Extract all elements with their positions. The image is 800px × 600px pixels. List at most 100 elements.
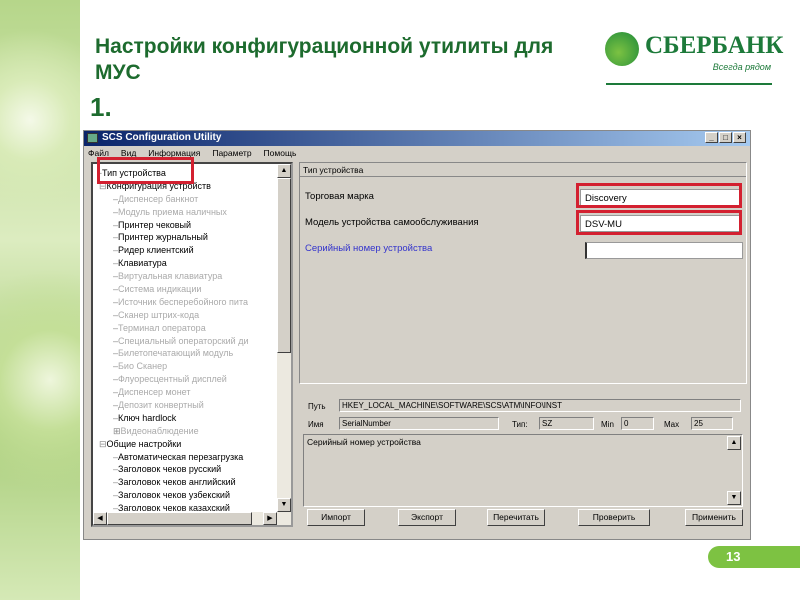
- tree-item-label: Заголовок чеков узбекский: [118, 490, 230, 501]
- import-button[interactable]: Импорт: [307, 509, 365, 526]
- tree-item[interactable]: –Диспенсер банкнот: [93, 193, 291, 206]
- sberbank-logo: СБЕРБАНК Всегда рядом: [605, 30, 783, 80]
- tree-item[interactable]: –Клавиатура: [93, 257, 291, 270]
- scroll-down-button[interactable]: ▼: [277, 498, 291, 512]
- close-button[interactable]: ×: [733, 132, 746, 143]
- export-button[interactable]: Экспорт: [398, 509, 456, 526]
- desc-scroll-up[interactable]: ▲: [727, 436, 741, 450]
- maximize-button[interactable]: □: [719, 132, 732, 143]
- tree-item[interactable]: –Заголовок чеков английский: [93, 476, 291, 489]
- highlight-device-type: [97, 157, 194, 184]
- minimize-button[interactable]: _: [705, 132, 718, 143]
- desc-scroll-down[interactable]: ▼: [727, 491, 741, 505]
- reread-button[interactable]: Перечитать: [487, 509, 545, 526]
- tree-item-label: Принтер чековый: [118, 219, 192, 230]
- collapse-icon[interactable]: ⊟: [99, 439, 107, 449]
- tree-item-label: Сканер штрих-кода: [118, 309, 200, 320]
- serial-input[interactable]: [585, 242, 743, 259]
- tree-item[interactable]: ⊟Общие настройки: [93, 438, 291, 451]
- serial-label: Серийный номер устройства: [305, 243, 433, 254]
- type-label: Тип:: [512, 420, 528, 429]
- description-box: Серийный номер устройства ▲ ▼: [303, 434, 743, 507]
- tree-item[interactable]: –Принтер чековый: [93, 219, 291, 232]
- scroll-thumb[interactable]: [277, 178, 291, 353]
- logo-name: СБЕРБАНК: [645, 32, 784, 59]
- min-field: 0: [621, 417, 654, 430]
- model-label: Модель устройства самообслуживания: [305, 217, 479, 228]
- path-label: Путь: [308, 402, 326, 411]
- tree-item-label: Автоматическая перезагрузка: [118, 451, 244, 462]
- tree-item[interactable]: –Диспенсер монет: [93, 386, 291, 399]
- section-header: Тип устройства: [300, 163, 746, 177]
- slide-title: Настройки конфигурационной утилиты для М…: [95, 35, 554, 84]
- tree-item-label: Билетопечатающий модуль: [118, 348, 234, 359]
- max-field: 25: [691, 417, 733, 430]
- tree-item[interactable]: –Сканер штрих-кода: [93, 309, 291, 322]
- menu-parameter[interactable]: Параметр: [212, 148, 251, 160]
- scroll-left-button[interactable]: ◀: [93, 512, 107, 525]
- window-title: SCS Configuration Utility: [102, 132, 222, 143]
- tree-item[interactable]: –Депозит конвертный: [93, 399, 291, 412]
- header-divider: [606, 83, 772, 85]
- tree-item[interactable]: –Специальный операторский ди: [93, 335, 291, 348]
- tree-item-label: Система индикации: [118, 284, 202, 295]
- apply-button[interactable]: Применить: [685, 509, 743, 526]
- tree-item-label: Депозит конвертный: [118, 400, 204, 411]
- tree-item-label: Терминал оператора: [118, 322, 206, 333]
- window-titlebar[interactable]: SCS Configuration Utility _ □ ×: [84, 131, 750, 146]
- expand-icon[interactable]: ⊞: [113, 426, 121, 436]
- tree-item-label: Модуль приема наличных: [118, 206, 227, 217]
- config-tree: -Тип устройства ⊟Конфигурация устройств –Д…: [91, 162, 293, 527]
- tree-item[interactable]: –Терминал оператора: [93, 322, 291, 335]
- tree-horizontal-scrollbar[interactable]: ◀ ▶: [93, 512, 291, 525]
- details-panel: Путь HKEY_LOCAL_MACHINE\SOFTWARE\SCS\ATM…: [299, 391, 747, 531]
- logo-tagline: Всегда рядом: [712, 62, 771, 72]
- tree-item[interactable]: –Модуль приема наличных: [93, 206, 291, 219]
- tree-item[interactable]: –Заголовок чеков узбекский: [93, 489, 291, 502]
- page-number: 13: [708, 546, 800, 568]
- path-field: HKEY_LOCAL_MACHINE\SOFTWARE\SCS\ATM\INFO…: [339, 399, 741, 412]
- highlight-model: [576, 210, 742, 235]
- tree-item[interactable]: –Источник бесперебойного пита: [93, 296, 291, 309]
- tree-item-label: Виртуальная клавиатура: [118, 271, 223, 282]
- tree-item-label: Диспенсер банкнот: [118, 193, 199, 204]
- tree-item[interactable]: –Ридер клиентский: [93, 244, 291, 257]
- tree-item-label: Клавиатура: [118, 258, 167, 269]
- app-icon: [87, 133, 98, 143]
- tree-item[interactable]: –Ключ hardlock: [93, 412, 291, 425]
- tree-item[interactable]: –Билетопечатающий модуль: [93, 347, 291, 360]
- tree-item[interactable]: –Система индикации: [93, 283, 291, 296]
- tree-item[interactable]: –Био Сканер: [93, 360, 291, 373]
- check-button[interactable]: Проверить: [578, 509, 650, 526]
- description-text: Серийный номер устройства: [307, 437, 421, 447]
- tree-item-label: Диспенсер монет: [118, 387, 191, 398]
- tree-item-label: Специальный операторский ди: [118, 335, 249, 346]
- tree-item[interactable]: –Флуоресцентный дисплей: [93, 373, 291, 386]
- max-label: Max: [664, 420, 680, 429]
- tree-item-label: Флуоресцентный дисплей: [118, 374, 227, 385]
- min-label: Min: [601, 420, 614, 429]
- menu-help[interactable]: Помощь: [264, 148, 297, 160]
- name-label: Имя: [308, 420, 324, 429]
- name-field: SerialNumber: [339, 417, 499, 430]
- tree-item[interactable]: –Заголовок чеков русский: [93, 463, 291, 476]
- tree-item-label: Источник бесперебойного пита: [118, 296, 248, 307]
- highlight-brand: [576, 183, 742, 208]
- hscroll-thumb[interactable]: [107, 512, 252, 525]
- tree-item-label: Ключ hardlock: [118, 412, 177, 423]
- tree-item-label: Заголовок чеков русский: [118, 464, 222, 475]
- tree-item-label: Ридер клиентский: [118, 245, 194, 256]
- tree-item[interactable]: ⊞Видеонаблюдение: [93, 425, 291, 438]
- tree-item-label: Общие настройки: [106, 438, 182, 449]
- tree-item[interactable]: –Автоматическая перезагрузка: [93, 451, 291, 464]
- tree-item[interactable]: –Виртуальная клавиатура: [93, 270, 291, 283]
- type-field: SZ: [539, 417, 594, 430]
- tree-item-label: Заголовок чеков английский: [118, 477, 236, 488]
- scroll-right-button[interactable]: ▶: [263, 512, 277, 525]
- scroll-up-button[interactable]: ▲: [277, 164, 291, 178]
- tree-item[interactable]: –Принтер журнальный: [93, 231, 291, 244]
- tree-item-label: Видеонаблюдение: [120, 425, 199, 436]
- step-number: 1.: [90, 92, 112, 122]
- decorative-background: [0, 0, 80, 600]
- tree-vertical-scrollbar[interactable]: ▲ ▼: [277, 164, 291, 512]
